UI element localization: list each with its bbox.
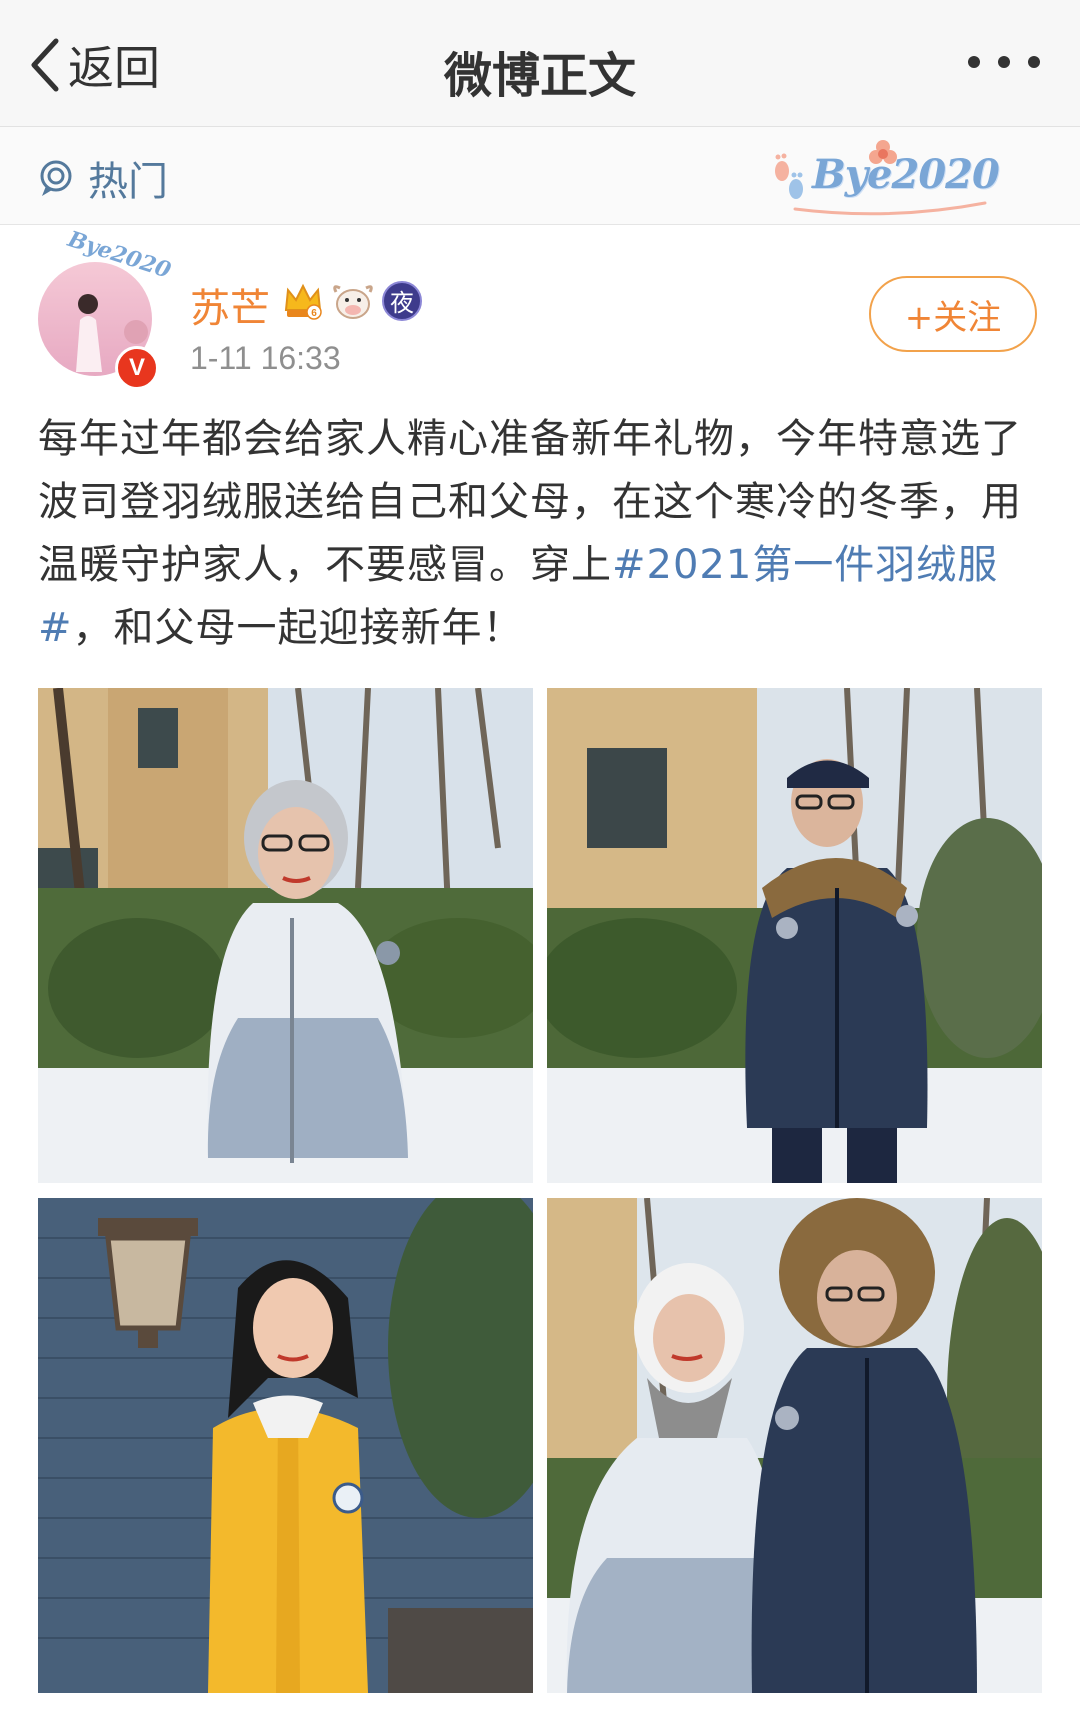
post-text-part: ，和父母一起迎接新年！	[72, 605, 524, 651]
more-dots-icon	[968, 56, 980, 68]
more-options-button[interactable]	[968, 48, 1040, 76]
post-photo-3[interactable]	[38, 1198, 533, 1693]
ox-badge-icon[interactable]	[330, 280, 376, 322]
photo-image	[547, 1198, 1042, 1693]
crown-badge-icon[interactable]: 6	[282, 280, 324, 322]
verified-badge: V	[115, 346, 159, 390]
post-photo-4[interactable]	[547, 1198, 1042, 1693]
svg-text:6: 6	[311, 308, 317, 319]
photo-image	[38, 688, 533, 1183]
hot-topic-bar: 热门 Bye2020	[0, 127, 1080, 225]
post-body: 每年过年都会给家人精心准备新年礼物，今年特意选了波司登羽绒服送给自己和父母，在这…	[38, 408, 1048, 660]
post-photo-1[interactable]	[38, 688, 533, 1183]
bye2020-text: Bye2020	[812, 151, 1000, 198]
post-photo-2[interactable]	[547, 688, 1042, 1183]
photo-image	[38, 1198, 533, 1693]
post-time: 1-11 16:33	[190, 340, 341, 376]
badge-swoosh	[793, 201, 987, 216]
more-dots-icon	[998, 56, 1010, 68]
user-badges: 6 夜	[282, 276, 422, 326]
more-dots-icon	[1028, 56, 1040, 68]
hot-topic-icon	[40, 160, 72, 196]
follow-button[interactable]: +关注	[869, 276, 1037, 352]
top-navigation-bar: 返回 微博正文	[0, 0, 1080, 127]
hot-topic-label: 热门	[88, 159, 168, 205]
page-title: 微博正文	[443, 48, 636, 104]
hot-topic-link[interactable]: 热门	[38, 149, 168, 207]
photo-image	[547, 688, 1042, 1183]
avatar-bye2020-badge: Bye2020	[58, 226, 174, 284]
author-name[interactable]: 苏芒	[190, 276, 270, 334]
night-badge-icon[interactable]: 夜	[382, 281, 422, 321]
bye2020-badge: Bye2020	[770, 140, 1000, 217]
